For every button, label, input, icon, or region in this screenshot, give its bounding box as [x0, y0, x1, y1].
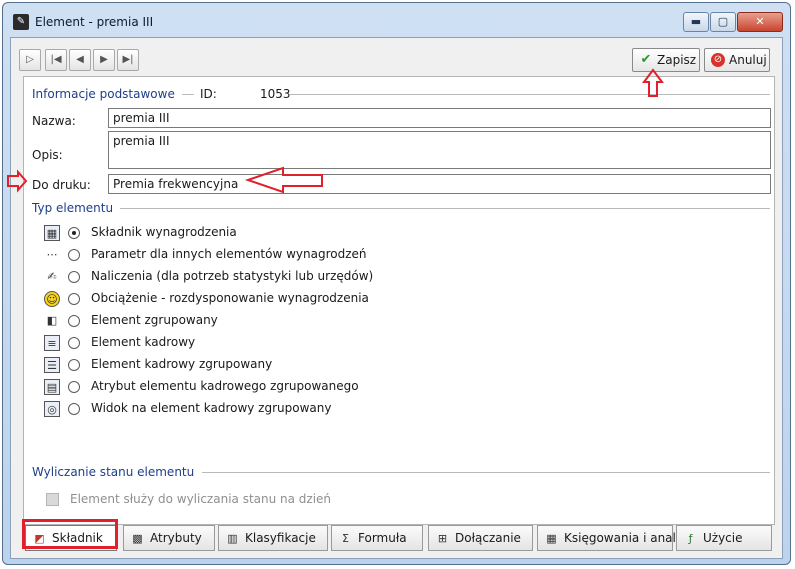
annotation-arrows	[7, 68, 664, 194]
arrow-right-annotation	[7, 169, 28, 193]
arrow-left-annotation	[244, 166, 323, 194]
arrow-up-annotation	[642, 68, 664, 97]
